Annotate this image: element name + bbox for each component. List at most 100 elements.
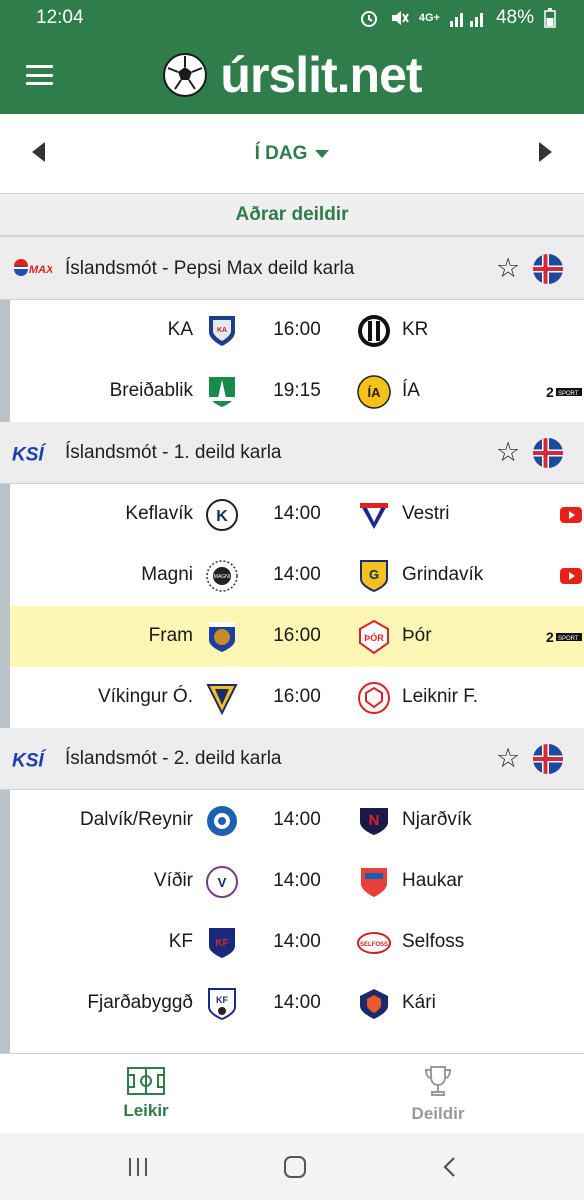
svg-text:SPORT: SPORT bbox=[558, 391, 579, 397]
previous-day-arrow-icon[interactable] bbox=[32, 142, 45, 162]
fram-crest-icon bbox=[209, 622, 235, 652]
match-time: 14:00 bbox=[273, 931, 321, 952]
grindavik-crest-icon: G bbox=[360, 560, 388, 593]
match-time: 14:00 bbox=[273, 992, 321, 1013]
home-team: Fjarðabyggð bbox=[87, 992, 193, 1013]
status-bar: 12:04 4G+ 48% bbox=[0, 0, 584, 35]
nav-tab-leagues[interactable]: Deildir bbox=[292, 1054, 584, 1133]
away-team: Haukar bbox=[402, 870, 464, 891]
home-team: Keflavík bbox=[125, 503, 193, 524]
match-time: 19:15 bbox=[273, 380, 321, 401]
svg-text:V: V bbox=[218, 875, 227, 890]
league-header[interactable]: MAX Íslandsmót - Pepsi Max deild karla ☆ bbox=[0, 238, 584, 300]
brand-logo[interactable]: úrslit.net bbox=[162, 46, 423, 104]
svg-text:K: K bbox=[216, 508, 228, 525]
home-team: Fram bbox=[148, 625, 193, 646]
alarm-icon bbox=[360, 10, 377, 27]
recent-apps-icon[interactable] bbox=[127, 1157, 149, 1177]
svg-text:G: G bbox=[369, 567, 379, 582]
favorite-star-icon[interactable]: ☆ bbox=[496, 437, 520, 468]
match-row-highlighted[interactable]: Fram 16:00 ÞÓR Þór 2 SPORT bbox=[10, 606, 584, 667]
breidablik-crest-icon bbox=[209, 377, 235, 407]
youtube-icon[interactable] bbox=[560, 568, 582, 584]
match-time: 14:00 bbox=[273, 870, 321, 891]
home-team: KA bbox=[167, 319, 193, 340]
thor-crest-icon: ÞÓR bbox=[359, 620, 389, 654]
date-dropdown[interactable]: Í DAG bbox=[255, 143, 330, 165]
youtube-icon[interactable] bbox=[560, 507, 582, 523]
home-team: Breiðablik bbox=[109, 380, 193, 401]
ia-crest-icon: ÍA bbox=[357, 375, 391, 409]
iceland-flag-icon bbox=[533, 743, 563, 774]
iceland-flag-icon bbox=[533, 253, 563, 284]
match-row[interactable]: Dalvík/Reynir 14:00 N Njarðvík bbox=[10, 790, 584, 851]
menu-icon[interactable] bbox=[26, 65, 53, 85]
home-team: Víkingur Ó. bbox=[97, 686, 193, 707]
nav-tab-games[interactable]: Leikir bbox=[0, 1054, 292, 1133]
svg-text:KSÍ: KSÍ bbox=[12, 443, 47, 464]
league-name: Íslandsmót - 1. deild karla bbox=[65, 441, 282, 463]
away-team: ÍA bbox=[402, 380, 420, 401]
match-row[interactable]: Víðir V 14:00 Haukar bbox=[10, 851, 584, 912]
away-team: Selfoss bbox=[402, 931, 465, 952]
stod2-sport-icon[interactable]: 2 SPORT bbox=[546, 629, 582, 645]
svg-text:N: N bbox=[369, 812, 380, 829]
favorite-star-icon[interactable]: ☆ bbox=[496, 253, 520, 284]
other-leagues-link[interactable]: Aðrar deildir bbox=[0, 195, 584, 237]
match-time: 14:00 bbox=[273, 564, 321, 585]
home-team: Dalvík/Reynir bbox=[80, 809, 193, 830]
date-selector: Í DAG bbox=[0, 114, 584, 194]
away-team: Kári bbox=[402, 992, 436, 1013]
away-team: Njarðvík bbox=[402, 809, 472, 830]
match-row[interactable]: KA KA 16:00 KR bbox=[10, 300, 584, 361]
match-time: 14:00 bbox=[273, 503, 321, 524]
back-icon[interactable] bbox=[441, 1156, 457, 1178]
vikingur-olafsvik-crest-icon bbox=[206, 684, 238, 715]
league-name: Íslandsmót - 2. deild karla bbox=[65, 747, 282, 769]
match-row[interactable]: Víkingur Ó. 16:00 Leiknir F. bbox=[10, 667, 584, 728]
home-team: KF bbox=[168, 931, 193, 952]
match-row[interactable]: Fjarðabyggð KF 14:00 Kári bbox=[10, 973, 584, 1034]
home-icon[interactable] bbox=[283, 1155, 307, 1179]
match-time: 16:00 bbox=[273, 686, 321, 707]
status-icons: 4G+ 48% bbox=[359, 7, 556, 29]
favorite-star-icon[interactable]: ☆ bbox=[496, 743, 520, 774]
stod2-sport-icon[interactable]: 2 SPORT bbox=[546, 384, 582, 400]
away-team: Leiknir F. bbox=[402, 686, 479, 707]
bottom-navigation: Leikir Deildir bbox=[0, 1053, 584, 1133]
selfoss-crest-icon: SELFOSS bbox=[357, 932, 391, 954]
league-header[interactable]: KSÍ Íslandsmót - 1. deild karla ☆ bbox=[0, 422, 584, 484]
next-day-arrow-icon[interactable] bbox=[539, 142, 552, 162]
svg-text:ÞÓR: ÞÓR bbox=[364, 632, 384, 643]
svg-text:SPORT: SPORT bbox=[558, 636, 579, 642]
svg-text:MAGNI: MAGNI bbox=[214, 574, 230, 580]
haukar-crest-icon bbox=[361, 868, 387, 897]
app-header: úrslit.net bbox=[0, 35, 584, 114]
status-time: 12:04 bbox=[36, 6, 84, 28]
trophy-icon bbox=[424, 1065, 452, 1096]
vidir-crest-icon: V bbox=[206, 866, 238, 898]
battery-icon bbox=[544, 7, 556, 28]
match-list: Keflavík K 14:00 Vestri Magni MAGNI 14:0… bbox=[0, 484, 584, 728]
away-team: Grindavík bbox=[402, 564, 484, 585]
league-header[interactable]: KSÍ Íslandsmót - 2. deild karla ☆ bbox=[0, 728, 584, 790]
soccer-ball-icon bbox=[163, 52, 208, 97]
vestri-crest-icon bbox=[360, 503, 388, 529]
match-row[interactable]: Keflavík K 14:00 Vestri bbox=[10, 484, 584, 545]
away-team: KR bbox=[402, 319, 429, 340]
match-row[interactable]: KF KF 14:00 SELFOSS Selfoss bbox=[10, 912, 584, 973]
ksi-logo: KSÍ bbox=[12, 744, 52, 774]
date-label: Í DAG bbox=[254, 142, 308, 164]
ka-crest-icon: KA bbox=[209, 316, 235, 346]
match-list: Dalvík/Reynir 14:00 N Njarðvík Víðir V 1… bbox=[0, 790, 584, 1053]
match-row[interactable]: Magni MAGNI 14:00 G Grindavík bbox=[10, 545, 584, 606]
iceland-flag-icon bbox=[533, 437, 563, 468]
match-row[interactable]: Breiðablik 19:15 ÍA ÍA 2 SPORT bbox=[10, 361, 584, 422]
nav-leagues-label: Deildir bbox=[411, 1103, 465, 1123]
battery-percent: 48% bbox=[495, 6, 534, 28]
kr-crest-icon bbox=[358, 315, 390, 347]
match-time: 16:00 bbox=[273, 625, 321, 646]
caret-down-icon bbox=[315, 149, 330, 158]
network-label: 4G+ bbox=[418, 11, 440, 24]
match-list: KA KA 16:00 KR Breiðablik 19:15 ÍA ÍA 2S… bbox=[0, 300, 584, 422]
